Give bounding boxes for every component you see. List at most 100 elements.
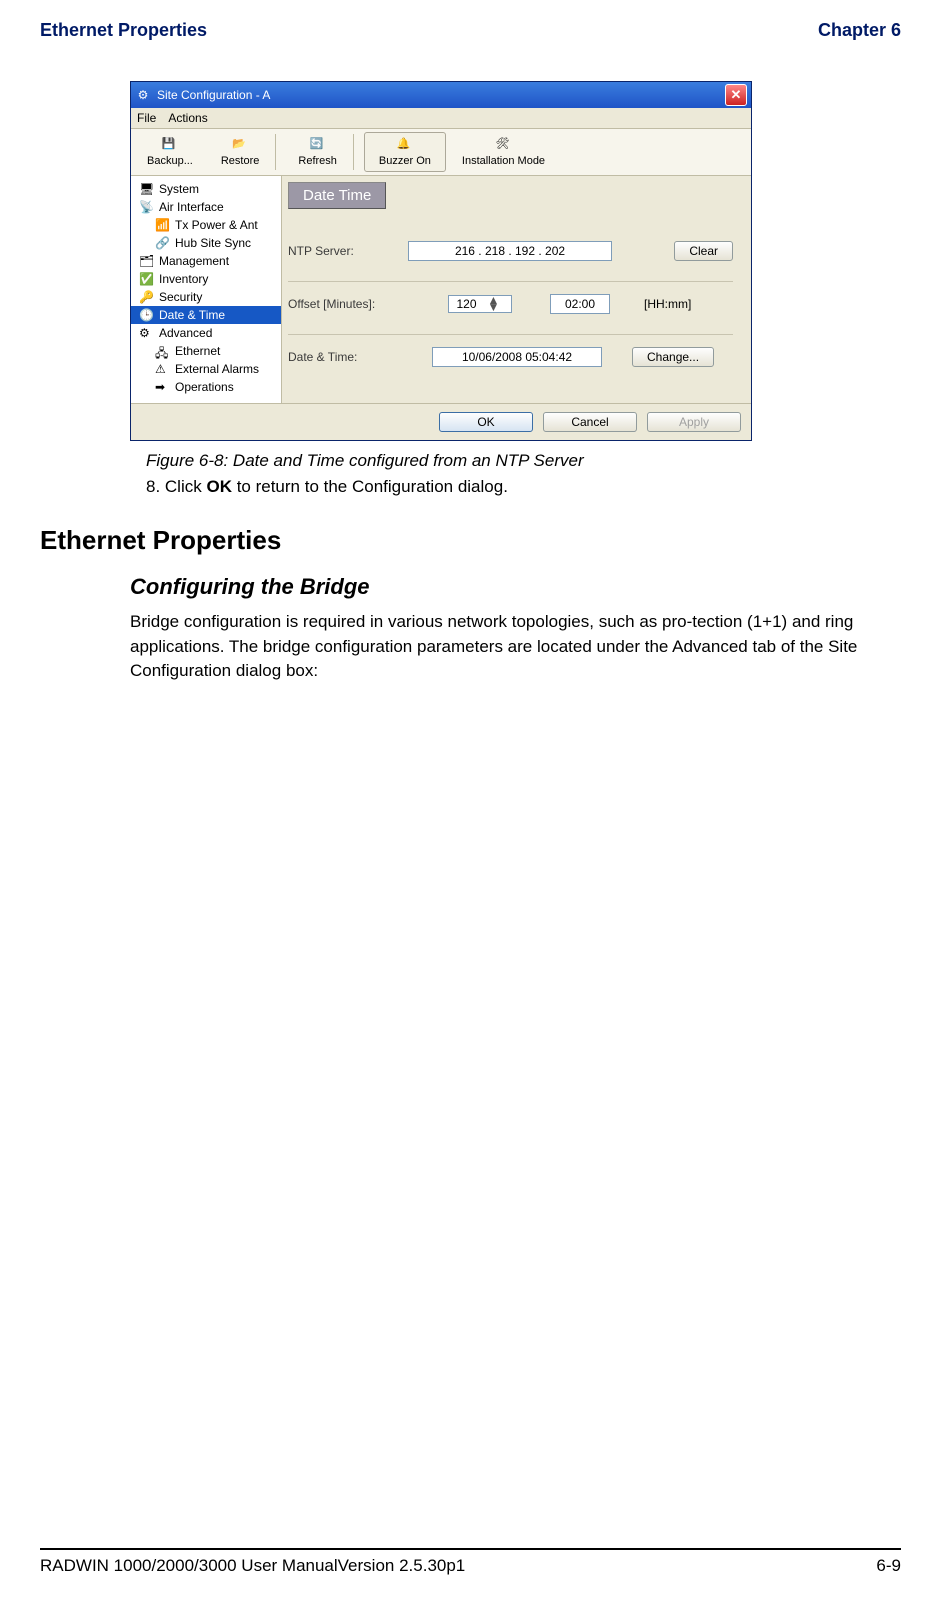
sidebar-item-label: Operations [175, 380, 234, 394]
air-icon: 📡 [139, 200, 153, 214]
sidebar-item-inventory[interactable]: ✅ Inventory [131, 270, 281, 288]
header-right: Chapter 6 [818, 20, 901, 41]
window-title: Site Configuration - A [157, 88, 270, 102]
menu-actions[interactable]: Actions [168, 111, 207, 125]
sidebar-item-label: System [159, 182, 199, 196]
page-footer: RADWIN 1000/2000/3000 User ManualVersion… [40, 1548, 901, 1576]
inventory-icon: ✅ [139, 272, 153, 286]
sidebar-item-advanced[interactable]: ⚙ Advanced [131, 324, 281, 342]
sidebar-item-air-interface[interactable]: 📡 Air Interface [131, 198, 281, 216]
sidebar-item-tx-power[interactable]: 📶 Tx Power & Ant [131, 216, 281, 234]
operations-icon: ➡ [155, 380, 169, 394]
alarm-icon: ⚠ [155, 362, 169, 376]
offset-label: Offset [Minutes]: [288, 297, 398, 311]
toolbar-refresh-label: Refresh [298, 155, 337, 167]
cancel-button[interactable]: Cancel [543, 412, 637, 432]
sidebar-item-ethernet[interactable]: 🖧 Ethernet [131, 342, 281, 360]
sidebar-item-operations[interactable]: ➡ Operations [131, 378, 281, 396]
datetime-row: Date & Time: 10/06/2008 05:04:42 Change.… [288, 335, 733, 387]
body-paragraph: Bridge configuration is required in vari… [130, 610, 871, 684]
header-left: Ethernet Properties [40, 20, 207, 41]
heading-ethernet-properties: Ethernet Properties [40, 525, 901, 556]
footer-right: 6-9 [876, 1556, 901, 1576]
datetime-display: 10/06/2008 05:04:42 [432, 347, 602, 367]
offset-row: Offset [Minutes]: 120 ▲▼ 02:00 [HH:mm] [288, 282, 733, 335]
offset-minutes-value: 120 [453, 297, 480, 311]
refresh-icon: 🔄 [310, 137, 326, 153]
hub-icon: 🔗 [155, 236, 169, 250]
step-number: 8. [146, 477, 165, 496]
buzzer-icon: 🔔 [397, 137, 413, 153]
footer-left: RADWIN 1000/2000/3000 User ManualVersion… [40, 1556, 465, 1576]
datetime-label: Date & Time: [288, 350, 398, 364]
gear-icon: ⚙ [139, 326, 153, 340]
step-post: to return to the Configuration dialog. [232, 477, 508, 496]
toolbar-backup-label: Backup... [147, 155, 193, 167]
sidebar-item-label: Hub Site Sync [175, 236, 251, 250]
sidebar-item-hub-site-sync[interactable]: 🔗 Hub Site Sync [131, 234, 281, 252]
sidebar-item-system[interactable]: 🖥 System [131, 180, 281, 198]
sidebar-item-label: Ethernet [175, 344, 220, 358]
ntp-row: NTP Server: 216 . 218 . 192 . 202 Clear [288, 229, 733, 282]
ntp-server-input[interactable]: 216 . 218 . 192 . 202 [408, 241, 612, 261]
dialog-body: 🖥 System 📡 Air Interface 📶 Tx Power & Ant 🔗… [131, 176, 751, 403]
toolbar: 💾 Backup... 📂 Restore 🔄 Refresh 🔔 [131, 129, 751, 176]
sidebar-item-management[interactable]: 🗂 Management [131, 252, 281, 270]
ntp-label: NTP Server: [288, 244, 398, 258]
sidebar-item-label: Advanced [159, 326, 212, 340]
install-icon: 🛠 [495, 137, 511, 153]
toolbar-install-label: Installation Mode [462, 155, 545, 167]
sidebar-item-label: Tx Power & Ant [175, 218, 258, 232]
toolbar-buzzer-label: Buzzer On [379, 155, 431, 167]
toolbar-restore[interactable]: 📂 Restore [207, 131, 274, 173]
sidebar-item-label: Management [159, 254, 229, 268]
menu-file[interactable]: File [137, 111, 156, 125]
titlebar: ⚙ Site Configuration - A ✕ [131, 82, 751, 108]
figure-caption: Figure 6-8: Date and Time configured fro… [146, 451, 770, 471]
offset-hhmm-display: 02:00 [550, 294, 610, 314]
toolbar-refresh[interactable]: 🔄 Refresh [284, 131, 351, 173]
toolbar-buzzer[interactable]: 🔔 Buzzer On [364, 132, 446, 172]
disk-icon: 💾 [162, 137, 178, 153]
toolbar-backup[interactable]: 💾 Backup... [133, 131, 207, 173]
close-button[interactable]: ✕ [725, 84, 747, 106]
management-icon: 🗂 [139, 254, 153, 268]
tx-icon: 📶 [155, 218, 169, 232]
screenshot-container: ⚙ Site Configuration - A ✕ File Actions … [130, 81, 770, 497]
app-icon: ⚙ [135, 87, 151, 103]
step-bold: OK [206, 477, 232, 496]
sidebar-item-date-time[interactable]: 🕒 Date & Time [131, 306, 281, 324]
close-icon: ✕ [731, 87, 742, 103]
offset-minutes-input[interactable]: 120 ▲▼ [448, 295, 512, 313]
change-button[interactable]: Change... [632, 347, 714, 367]
toolbar-separator [353, 134, 360, 170]
restore-icon: 📂 [232, 137, 248, 153]
sidebar-item-label: Security [159, 290, 202, 304]
sidebar-item-label: Air Interface [159, 200, 224, 214]
dialog-window: ⚙ Site Configuration - A ✕ File Actions … [130, 81, 752, 441]
ok-button[interactable]: OK [439, 412, 533, 432]
step-pre: Click [165, 477, 207, 496]
section-title: Date Time [288, 182, 386, 209]
system-icon: 🖥 [139, 182, 153, 196]
sidebar-item-security[interactable]: 🔑 Security [131, 288, 281, 306]
apply-button: Apply [647, 412, 741, 432]
sidebar-item-external-alarms[interactable]: ⚠ External Alarms [131, 360, 281, 378]
ethernet-icon: 🖧 [155, 344, 169, 358]
toolbar-restore-label: Restore [221, 155, 260, 167]
sidebar: 🖥 System 📡 Air Interface 📶 Tx Power & Ant 🔗… [131, 176, 282, 403]
security-icon: 🔑 [139, 290, 153, 304]
sidebar-item-label: External Alarms [175, 362, 259, 376]
toolbar-separator [275, 134, 282, 170]
menubar: File Actions [131, 108, 751, 129]
sidebar-item-label: Date & Time [159, 308, 225, 322]
clear-button[interactable]: Clear [674, 241, 733, 261]
dialog-footer: OK Cancel Apply [131, 403, 751, 440]
toolbar-install[interactable]: 🛠 Installation Mode [448, 131, 559, 173]
step-text: 8. Click OK to return to the Configurati… [146, 477, 770, 497]
offset-unit-label: [HH:mm] [644, 297, 691, 311]
spinner-arrows-icon[interactable]: ▲▼ [480, 297, 507, 311]
content-panel: Date Time NTP Server: 216 . 218 . 192 . … [282, 176, 751, 403]
clock-icon: 🕒 [139, 308, 153, 322]
sidebar-item-label: Inventory [159, 272, 208, 286]
